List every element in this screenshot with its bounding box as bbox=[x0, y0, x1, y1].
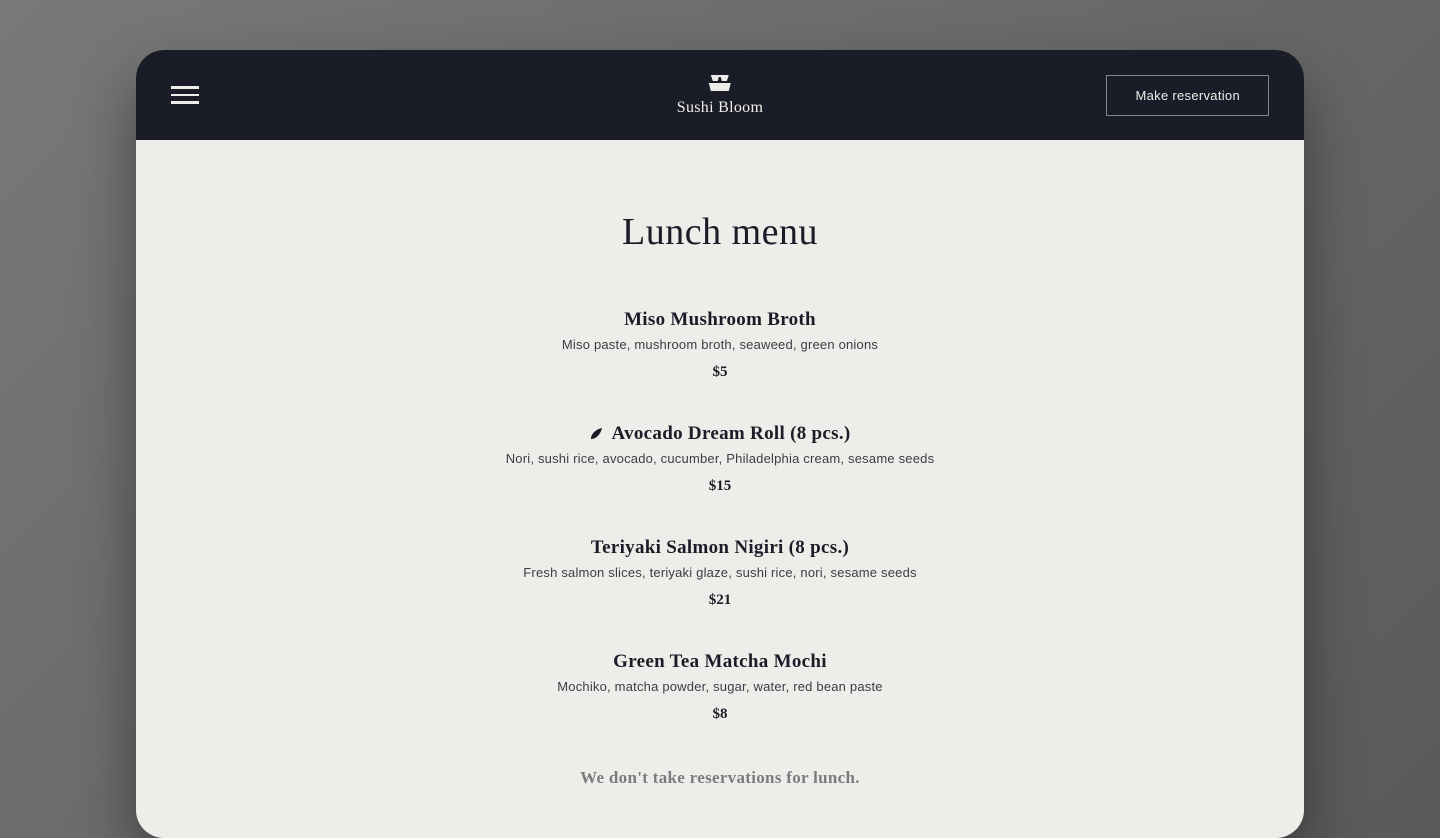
item-price: $5 bbox=[713, 364, 728, 381]
item-title: Green Tea Matcha Mochi bbox=[613, 651, 827, 673]
item-price: $15 bbox=[709, 478, 732, 495]
item-title-row: Miso Mushroom Broth bbox=[624, 309, 816, 331]
item-title-row: Avocado Dream Roll (8 pcs.) bbox=[589, 423, 850, 445]
hamburger-line bbox=[171, 94, 199, 97]
item-description: Fresh salmon slices, teriyaki glaze, sus… bbox=[523, 565, 916, 580]
menu-item: Green Tea Matcha Mochi Mochiko, matcha p… bbox=[370, 651, 1070, 723]
logo[interactable]: Sushi Bloom bbox=[677, 73, 763, 117]
leaf-icon bbox=[589, 427, 603, 441]
menu-item: Avocado Dream Roll (8 pcs.) Nori, sushi … bbox=[370, 423, 1070, 495]
content-area: Lunch menu Miso Mushroom Broth Miso past… bbox=[136, 140, 1304, 838]
hamburger-line bbox=[171, 101, 199, 104]
page-title: Lunch menu bbox=[176, 210, 1264, 254]
menu-button[interactable] bbox=[171, 86, 199, 104]
app-window: Sushi Bloom Make reservation Lunch menu … bbox=[136, 50, 1304, 838]
menu-list: Miso Mushroom Broth Miso paste, mushroom… bbox=[370, 309, 1070, 723]
item-title-row: Green Tea Matcha Mochi bbox=[613, 651, 827, 673]
menu-item: Miso Mushroom Broth Miso paste, mushroom… bbox=[370, 309, 1070, 381]
hamburger-line bbox=[171, 86, 199, 89]
sushi-logo-icon bbox=[707, 73, 733, 93]
item-description: Miso paste, mushroom broth, seaweed, gre… bbox=[562, 337, 878, 352]
brand-name: Sushi Bloom bbox=[677, 99, 763, 117]
item-price: $8 bbox=[713, 706, 728, 723]
item-price: $21 bbox=[709, 592, 732, 609]
item-title: Miso Mushroom Broth bbox=[624, 309, 816, 331]
item-title: Teriyaki Salmon Nigiri (8 pcs.) bbox=[591, 537, 849, 559]
item-description: Nori, sushi rice, avocado, cucumber, Phi… bbox=[506, 451, 935, 466]
item-description: Mochiko, matcha powder, sugar, water, re… bbox=[557, 679, 882, 694]
footer-note: We don't take reservations for lunch. bbox=[176, 768, 1264, 788]
item-title: Avocado Dream Roll (8 pcs.) bbox=[611, 423, 850, 445]
header: Sushi Bloom Make reservation bbox=[136, 50, 1304, 140]
menu-item: Teriyaki Salmon Nigiri (8 pcs.) Fresh sa… bbox=[370, 537, 1070, 609]
make-reservation-button[interactable]: Make reservation bbox=[1106, 75, 1269, 116]
item-title-row: Teriyaki Salmon Nigiri (8 pcs.) bbox=[591, 537, 849, 559]
